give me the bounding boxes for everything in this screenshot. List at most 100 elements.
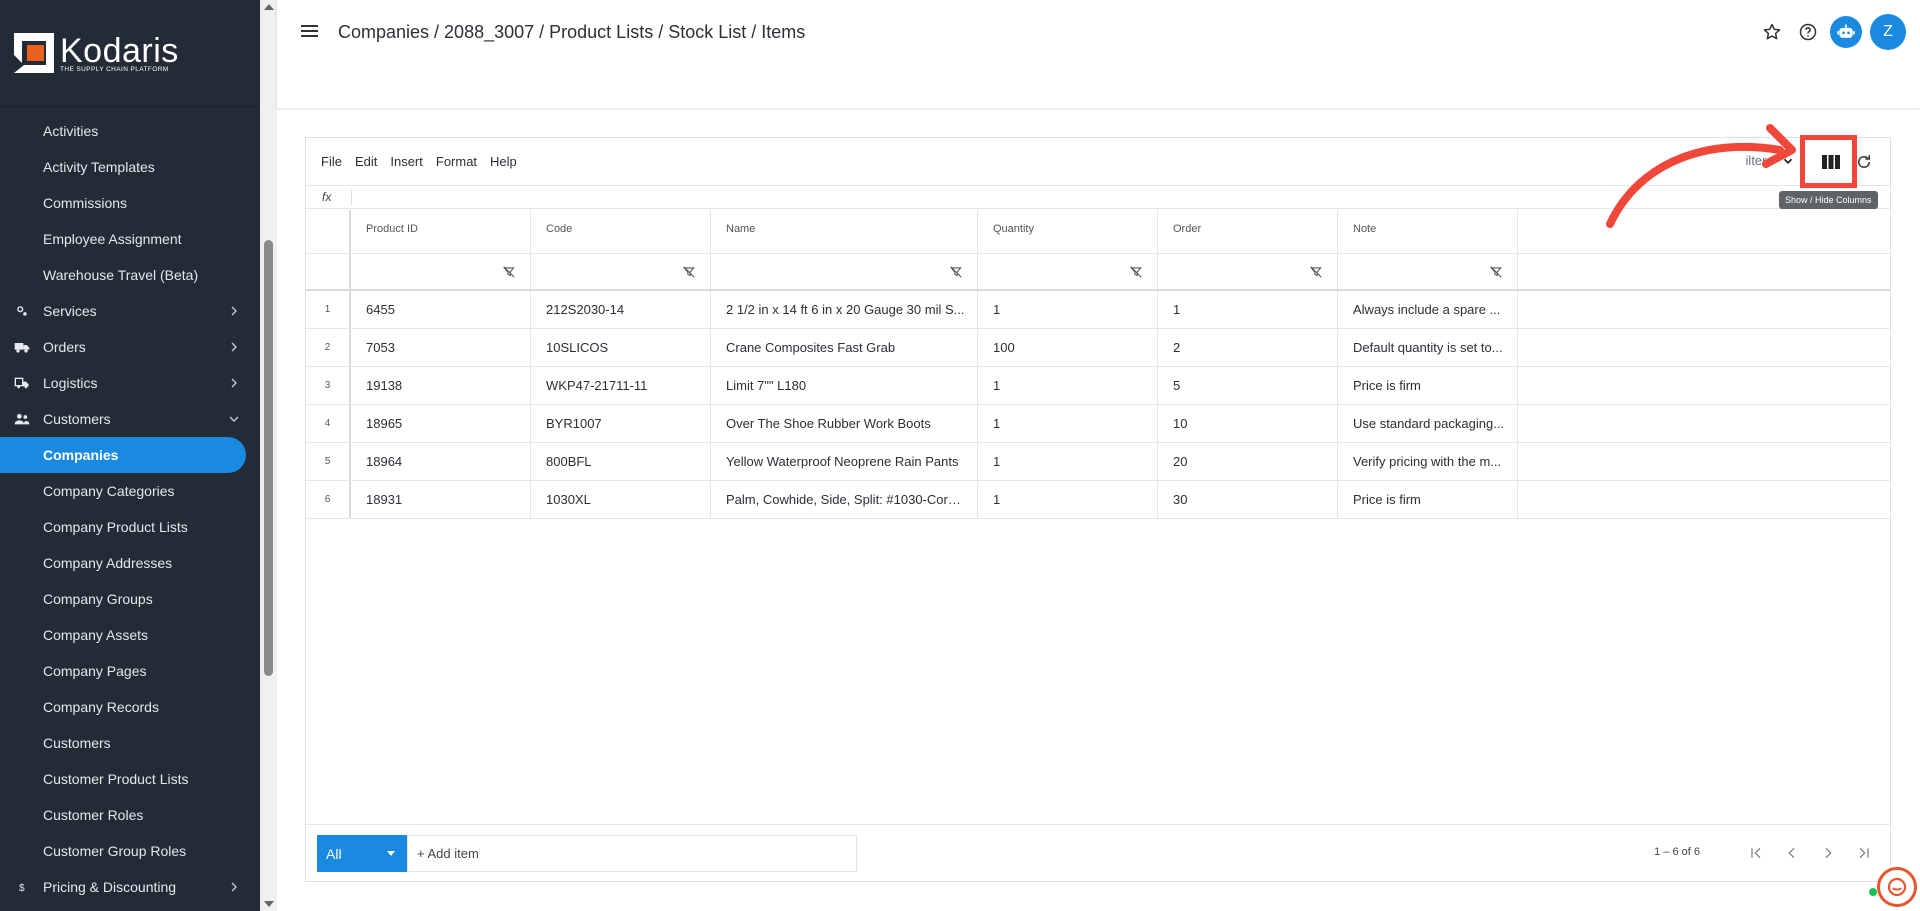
assistant-bot-icon[interactable] — [1830, 16, 1862, 48]
filter-off-icon[interactable] — [502, 265, 516, 279]
hamburger-menu-icon[interactable] — [299, 22, 321, 42]
sidebar-item-customers[interactable]: Customers — [0, 401, 246, 437]
sidebar-item-pricing-discounting[interactable]: $ Pricing & Discounting — [0, 869, 246, 905]
cell-qty[interactable]: 1 — [978, 481, 1158, 518]
prev-page-icon[interactable] — [1774, 841, 1810, 865]
scroll-down-arrow[interactable] — [264, 901, 274, 907]
menu-edit[interactable]: Edit — [355, 154, 377, 169]
first-page-icon[interactable] — [1738, 841, 1774, 865]
table-row[interactable]: 2 7053 10SLICOS Crane Composites Fast Grab 1… — [306, 329, 1890, 367]
cell-name[interactable]: Yellow Waterproof Neoprene Rain Pants — [711, 443, 978, 480]
cell-pid[interactable]: 7053 — [351, 329, 531, 366]
menu-insert[interactable]: Insert — [390, 154, 423, 169]
table-row[interactable]: 1 6455 212S2030-14 2 1/2 in x 14 ft 6 in x … — [306, 291, 1890, 329]
sidebar-item-employee-assignment[interactable]: Employee Assignment — [0, 221, 246, 257]
sidebar-item-services[interactable]: Services — [0, 293, 246, 329]
cell-qty[interactable]: 1 — [978, 291, 1158, 328]
row-number[interactable]: 6 — [306, 481, 351, 518]
cell-note[interactable]: Verify pricing with the m... — [1338, 443, 1518, 480]
menu-file[interactable]: File — [321, 154, 342, 169]
sidebar-item-activities[interactable]: Activities — [0, 113, 246, 149]
sidebar-item-companies[interactable]: Companies — [0, 437, 246, 473]
menu-format[interactable]: Format — [436, 154, 477, 169]
filter-cell-code[interactable] — [531, 254, 711, 289]
cell-name[interactable]: Palm, Cowhide, Side, Split: #1030-Cord..… — [711, 481, 978, 518]
cell-code[interactable]: WKP47-21711-11 — [531, 367, 711, 404]
cell-name[interactable]: Limit 7"" L180 — [711, 367, 978, 404]
cell-order[interactable]: 10 — [1158, 405, 1338, 442]
cell-code[interactable]: BYR1007 — [531, 405, 711, 442]
filter-cell-quantity[interactable] — [978, 254, 1158, 289]
last-page-icon[interactable] — [1846, 841, 1882, 865]
row-number[interactable]: 3 — [306, 367, 351, 404]
filter-cell-order[interactable] — [1158, 254, 1338, 289]
sidebar-item-company-pages[interactable]: Company Pages — [0, 653, 246, 689]
cell-order[interactable]: 5 — [1158, 367, 1338, 404]
cell-pid[interactable]: 18965 — [351, 405, 531, 442]
scroll-thumb[interactable] — [264, 240, 273, 676]
sidebar-item-company-product-lists[interactable]: Company Product Lists — [0, 509, 246, 545]
cell-pid[interactable]: 18931 — [351, 481, 531, 518]
column-header-note[interactable]: Note — [1338, 210, 1518, 253]
cell-code[interactable]: 10SLICOS — [531, 329, 711, 366]
menu-help[interactable]: Help — [490, 154, 517, 169]
cell-qty[interactable]: 1 — [978, 367, 1158, 404]
cell-name[interactable]: Over The Shoe Rubber Work Boots — [711, 405, 978, 442]
favorite-star-icon[interactable] — [1754, 14, 1790, 50]
help-icon[interactable] — [1790, 14, 1826, 50]
cell-qty[interactable]: 1 — [978, 443, 1158, 480]
column-header-code[interactable]: Code — [531, 210, 711, 253]
cell-note[interactable]: Price is firm — [1338, 481, 1518, 518]
column-header-quantity[interactable]: Quantity — [978, 210, 1158, 253]
cell-pid[interactable]: 18964 — [351, 443, 531, 480]
table-row[interactable]: 3 19138 WKP47-21711-11 Limit 7"" L180 1 5 Pric… — [306, 367, 1890, 405]
cell-name[interactable]: Crane Composites Fast Grab — [711, 329, 978, 366]
scroll-up-arrow[interactable] — [264, 4, 274, 10]
cell-note[interactable]: Always include a spare ... — [1338, 291, 1518, 328]
next-page-icon[interactable] — [1810, 841, 1846, 865]
corner-cell[interactable] — [306, 210, 351, 253]
filter-off-icon[interactable] — [1129, 265, 1143, 279]
sidebar-item-customer-roles[interactable]: Customer Roles — [0, 797, 246, 833]
sidebar-item-orders[interactable]: Orders — [0, 329, 246, 365]
column-header-order[interactable]: Order — [1158, 210, 1338, 253]
filter-cell-product-id[interactable] — [351, 254, 531, 289]
cell-code[interactable]: 1030XL — [531, 481, 711, 518]
column-header-product-id[interactable]: Product ID — [351, 210, 531, 253]
sidebar-scrollbar[interactable] — [260, 0, 277, 911]
cell-pid[interactable]: 19138 — [351, 367, 531, 404]
table-row[interactable]: 4 18965 BYR1007 Over The Shoe Rubber Work B… — [306, 405, 1890, 443]
user-avatar[interactable]: Z — [1870, 14, 1906, 50]
chat-support-icon[interactable] — [1877, 867, 1917, 907]
sidebar-item-company-categories[interactable]: Company Categories — [0, 473, 246, 509]
table-row[interactable]: 6 18931 1030XL Palm, Cowhide, Side, Split: … — [306, 481, 1890, 519]
sidebar-item-company-addresses[interactable]: Company Addresses — [0, 545, 246, 581]
sidebar-item-company-records[interactable]: Company Records — [0, 689, 246, 725]
filter-cell-note[interactable] — [1338, 254, 1518, 289]
filter-off-icon[interactable] — [949, 265, 963, 279]
row-number[interactable]: 2 — [306, 329, 351, 366]
cell-order[interactable]: 2 — [1158, 329, 1338, 366]
select-filter-dropdown[interactable]: All — [317, 835, 407, 872]
sidebar-item-activity-templates[interactable]: Activity Templates — [0, 149, 246, 185]
sidebar-item-company-groups[interactable]: Company Groups — [0, 581, 246, 617]
sidebar-item-warehouse-travel-beta[interactable]: Warehouse Travel (Beta) — [0, 257, 246, 293]
sidebar-item-company-assets[interactable]: Company Assets — [0, 617, 246, 653]
sidebar-item-commissions[interactable]: Commissions — [0, 185, 246, 221]
cell-note[interactable]: Use standard packaging... — [1338, 405, 1518, 442]
cell-name[interactable]: 2 1/2 in x 14 ft 6 in x 20 Gauge 30 mil … — [711, 291, 978, 328]
row-number[interactable]: 4 — [306, 405, 351, 442]
cell-note[interactable]: Price is firm — [1338, 367, 1518, 404]
sidebar-item-customer-group-roles[interactable]: Customer Group Roles — [0, 833, 246, 869]
filter-off-icon[interactable] — [1489, 265, 1503, 279]
cell-order[interactable]: 1 — [1158, 291, 1338, 328]
sidebar-item-customers[interactable]: Customers — [0, 725, 246, 761]
table-row[interactable]: 5 18964 800BFL Yellow Waterproof Neoprene R… — [306, 443, 1890, 481]
cell-order[interactable]: 20 — [1158, 443, 1338, 480]
column-header-name[interactable]: Name — [711, 210, 978, 253]
cell-code[interactable]: 212S2030-14 — [531, 291, 711, 328]
filter-off-icon[interactable] — [682, 265, 696, 279]
sidebar-item-customer-product-lists[interactable]: Customer Product Lists — [0, 761, 246, 797]
cell-order[interactable]: 30 — [1158, 481, 1338, 518]
cell-code[interactable]: 800BFL — [531, 443, 711, 480]
